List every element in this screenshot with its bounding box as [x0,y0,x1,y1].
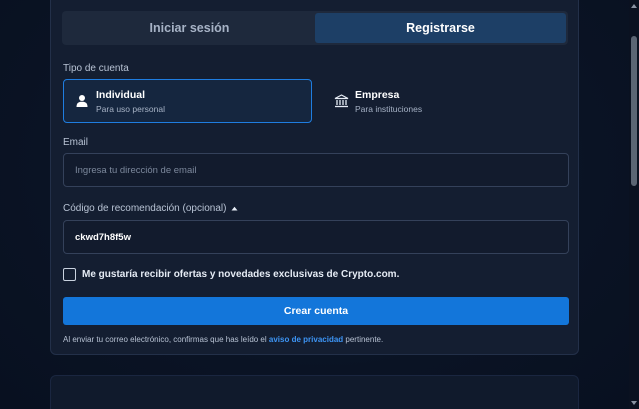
account-option-title: Individual [96,88,146,101]
scroll-thumb[interactable] [631,36,637,186]
newsletter-label: Me gustaría recibir ofertas y novedades … [82,269,400,280]
privacy-policy-link[interactable]: aviso de privacidad [269,335,343,344]
tab-login[interactable]: Iniciar sesión [64,13,315,43]
page: Iniciar sesión Registrarse Tipo de cuent… [0,0,639,409]
secondary-card [50,375,579,409]
referral-label-row[interactable]: Código de recomendación (opcional) [63,203,238,214]
signup-card: Iniciar sesión Registrarse Tipo de cuent… [50,0,579,355]
scroll-up-icon[interactable] [630,2,638,10]
privacy-notice-suffix: pertinente. [345,335,384,344]
scroll-down-icon[interactable] [630,399,638,407]
account-option-subtitle: Para instituciones [355,103,423,114]
email-field[interactable] [63,153,569,187]
tab-register[interactable]: Registrarse [315,13,566,43]
referral-label: Código de recomendación (opcional) [63,203,227,214]
account-option-empresa[interactable]: Empresa Para instituciones [323,79,572,123]
newsletter-checkbox[interactable] [63,268,76,281]
account-type-label: Tipo de cuenta [63,63,129,74]
page-scrollbar[interactable] [629,0,639,409]
person-icon [68,94,96,108]
bank-icon [327,94,355,108]
create-account-button[interactable]: Crear cuenta [63,297,569,325]
referral-code-field[interactable] [63,220,569,254]
account-option-individual[interactable]: Individual Para uso personal [63,79,312,123]
email-label: Email [63,137,89,148]
account-option-title: Empresa [355,88,400,101]
caret-up-icon[interactable] [231,206,238,211]
auth-tabs: Iniciar sesión Registrarse [62,11,568,45]
privacy-notice: Al enviar tu correo electrónico, confirm… [63,335,383,344]
email-input[interactable] [75,164,557,176]
account-option-subtitle: Para uso personal [96,103,165,114]
newsletter-option[interactable]: Me gustaría recibir ofertas y novedades … [63,268,399,281]
referral-code-input[interactable] [75,231,557,243]
privacy-notice-prefix: Al enviar tu correo electrónico, confirm… [63,335,267,344]
